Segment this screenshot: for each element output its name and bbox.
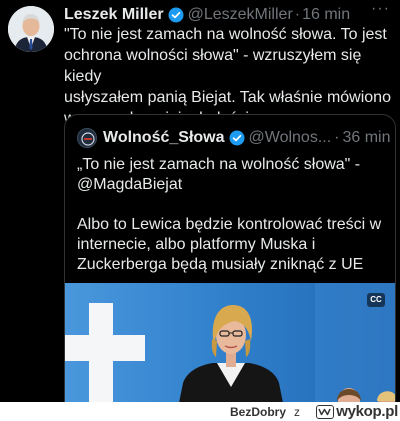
more-dots-icon[interactable]: ··· [371,0,390,18]
footer-username: BezDobry [229,405,286,419]
meta-separator: · [294,6,301,23]
author-avatar[interactable] [8,6,54,52]
quoted-author-avatar[interactable] [77,128,97,148]
verified-badge-icon [229,130,245,146]
quoted-mention-link[interactable]: @MagdaBiejat [77,175,387,195]
tweet[interactable]: Leszek Miller @LeszekMiller · 16 min ···… [0,0,400,402]
verified-badge-icon [168,7,184,23]
tweet-timestamp[interactable]: 16 min [302,6,350,24]
speaker-photo-illustration [65,283,395,402]
quoted-text-line: internecie, albo platformy Muska i [77,236,316,253]
quoted-tweet-card[interactable]: Wolność_Słowa @Wolnos... · 36 min „To ni… [64,114,396,402]
quoted-text-line: Albo to Lewica będzie kontrolować treści… [77,216,382,233]
meta-separator: · [334,129,340,146]
quoted-text-line: Zuckerberga będą musiały zniknąć z UE [77,256,364,273]
wykop-watermark-bar: BezDobry z wykop.pl [0,402,400,421]
screenshot-frame: Leszek Miller @LeszekMiller · 16 min ···… [0,0,400,421]
quoted-tweet-text: „To nie jest zamach na wolność słowa" - … [77,155,387,275]
closed-captions-icon[interactable]: CC [367,293,385,307]
quoted-author-handle[interactable]: @Wolnos... [249,129,332,147]
tweet-text-line: usłyszałem panią Biejat. Tak właśnie mów… [64,89,391,106]
wykop-logo-icon [316,404,335,419]
wykop-logo-text: wykop.pl [336,403,398,420]
quoted-author-name[interactable]: Wolność_Słowa [103,129,225,147]
author-handle[interactable]: @LeszekMiller [188,6,293,24]
tweet-text-line: ochrona wolności słowa" - wzruszyłem się… [64,47,362,85]
tweet-header: Leszek Miller @LeszekMiller · 16 min [64,4,394,26]
tweet-text-line: "To nie jest zamach na wolność słowa. To… [64,26,387,43]
quoted-text-line: „To nie jest zamach na wolność słowa" - [77,156,361,173]
wykop-logo: wykop.pl [316,403,398,420]
quoted-video-media[interactable]: CC [65,283,395,402]
author-name[interactable]: Leszek Miller [64,6,164,24]
quoted-tweet-timestamp[interactable]: 36 min [342,129,390,147]
quoted-tweet-header: Wolność_Słowa @Wolnos... · 36 min [77,127,391,149]
footer-connector: z [294,405,300,419]
